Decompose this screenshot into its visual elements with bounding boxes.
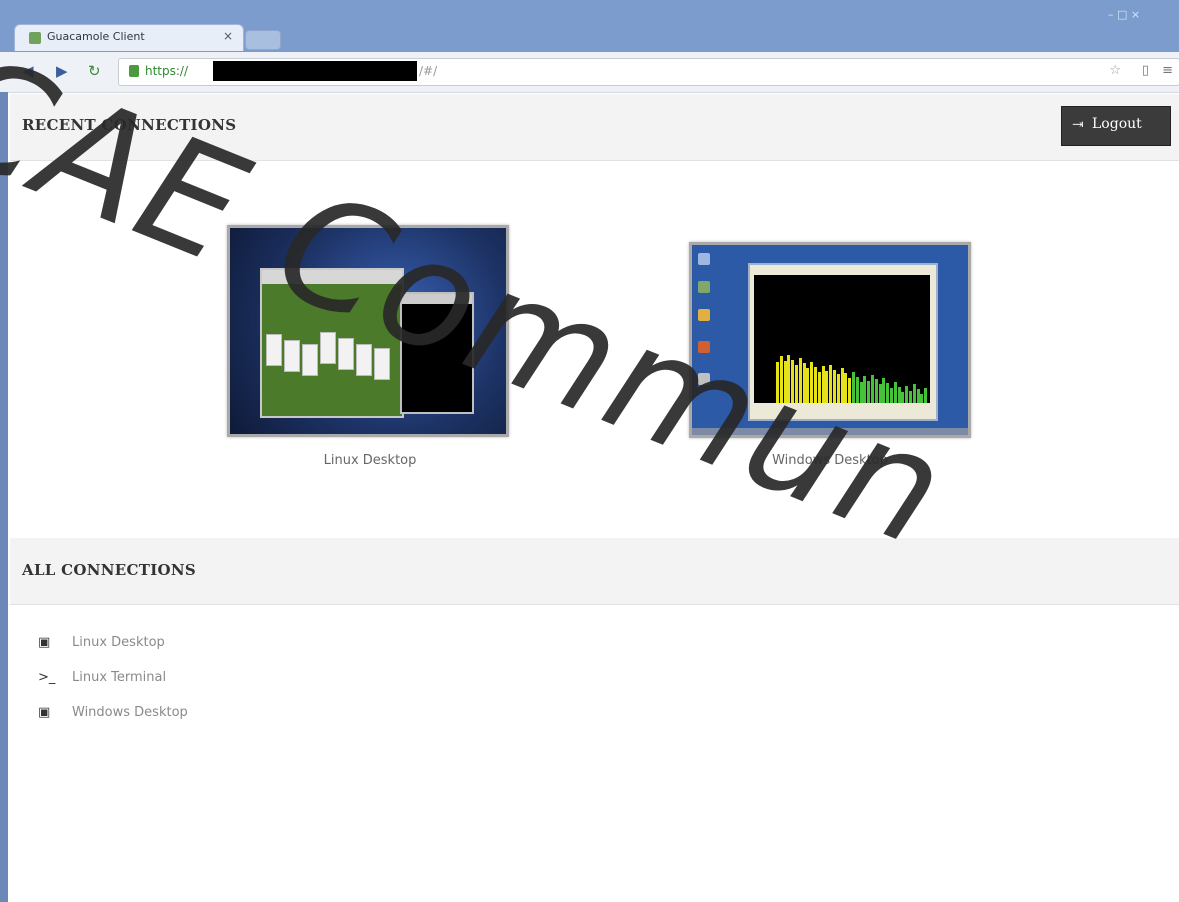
visualizer-bar: [817, 371, 821, 403]
visualizer-bar: [829, 364, 833, 403]
window-controls[interactable]: – □ ×: [1108, 8, 1140, 21]
back-icon[interactable]: ◀: [22, 62, 34, 80]
logout-icon: ⇥: [1072, 117, 1084, 133]
all-title: ALL CONNECTIONS: [22, 561, 197, 579]
visualizer-bar: [821, 365, 825, 403]
visualizer-bar: [802, 363, 806, 403]
recent-header: RECENT CONNECTIONS: [10, 94, 1179, 161]
visualizer-bar: [890, 388, 893, 403]
all-header: ALL CONNECTIONS: [10, 538, 1179, 605]
desktop-icon: ▣: [38, 705, 51, 720]
recent-thumb-linux[interactable]: [227, 225, 509, 437]
connection-label: Linux Desktop: [72, 635, 165, 650]
terminal-icon: >_: [38, 670, 56, 685]
visualizer-bar: [836, 374, 840, 403]
extension-icon[interactable]: ▯: [1142, 63, 1149, 78]
terminal-window: [400, 292, 474, 414]
taskbar: [692, 428, 968, 435]
visualizer-bar: [814, 367, 817, 403]
visualizer-bar: [791, 359, 795, 403]
favicon-icon: [29, 32, 41, 44]
logout-button[interactable]: ⇥ Logout: [1061, 106, 1171, 146]
reload-icon[interactable]: ↻: [88, 62, 101, 80]
visualizer-bar: [909, 390, 912, 403]
logout-label: Logout: [1092, 116, 1142, 132]
visualizer-bar: [871, 374, 874, 403]
visualizer-bar: [844, 373, 848, 403]
browser-tab[interactable]: Guacamole Client ×: [14, 24, 244, 51]
lock-icon: [129, 65, 139, 77]
url-scheme: https://: [145, 64, 189, 78]
bookmark-star-icon[interactable]: ☆: [1109, 63, 1121, 78]
visualizer-bar: [878, 384, 882, 403]
connection-label: Windows Desktop: [72, 705, 188, 720]
visualizer-bar: [855, 376, 859, 403]
url-tail: /#/: [419, 64, 438, 78]
visualizer-bar: [852, 372, 855, 403]
visualizer-bar: [848, 378, 852, 403]
window-edge: [0, 92, 8, 902]
visualizer-bar: [874, 379, 878, 403]
visualizer-bar: [833, 369, 836, 403]
desktop-icon: ▣: [38, 635, 51, 650]
visualizer-bar: [825, 370, 829, 403]
visualizer-bar: [920, 394, 924, 403]
visualizer-bar: [783, 360, 787, 403]
new-tab-button[interactable]: [245, 30, 281, 50]
visualizer-bar: [798, 358, 802, 403]
visualizer-bar: [897, 386, 901, 403]
visualizer-bar: [893, 381, 897, 403]
visualizer-bar: [840, 368, 844, 403]
visualizer-bar: [779, 355, 783, 403]
visualizer-bar: [901, 391, 905, 403]
redacted-host: [213, 61, 417, 81]
tab-close-icon[interactable]: ×: [223, 29, 233, 43]
visualizer-bar: [810, 362, 814, 403]
visualizer-bar: [776, 362, 779, 403]
recent-caption-windows[interactable]: Windows Desktop: [690, 453, 970, 468]
visualizer-bar: [863, 375, 867, 403]
visualizer-bar: [806, 368, 810, 403]
visualizer-bar: [912, 384, 916, 403]
address-bar[interactable]: https:// /#/ ☆ ▯ ≡: [118, 58, 1179, 86]
visualizer-window: [748, 263, 938, 421]
visualizer-bar: [916, 389, 920, 403]
connection-label: Linux Terminal: [72, 670, 167, 685]
visualizer-bar: [886, 383, 890, 403]
visualizer-bar: [787, 354, 791, 403]
visualizer-bar: [882, 378, 886, 403]
visualizer-bar: [867, 380, 871, 403]
visualizer-bar: [924, 388, 928, 403]
forward-icon[interactable]: ▶: [56, 62, 68, 80]
menu-icon[interactable]: ≡: [1162, 63, 1173, 78]
visualizer-bar: [859, 381, 863, 403]
visualizer-bar: [905, 385, 909, 403]
solitaire-window: [260, 268, 404, 418]
recent-caption-linux[interactable]: Linux Desktop: [230, 453, 510, 468]
visualizer-bar: [795, 364, 798, 403]
recent-thumb-windows[interactable]: [689, 242, 971, 438]
title-bar: – □ × Guacamole Client ×: [0, 0, 1179, 52]
tab-title: Guacamole Client: [47, 30, 145, 43]
recent-title: RECENT CONNECTIONS: [22, 116, 237, 134]
